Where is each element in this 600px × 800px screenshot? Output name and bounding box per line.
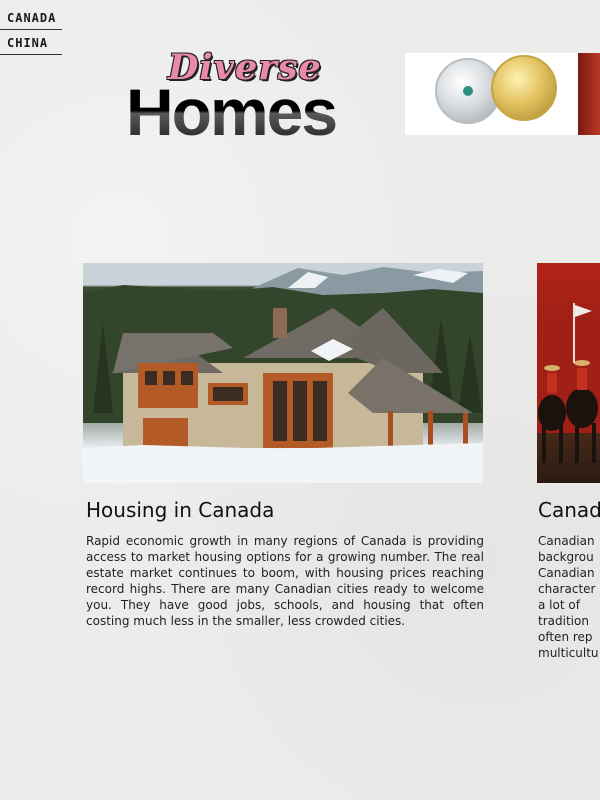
card-body-line: Canadian — [538, 566, 595, 580]
country-nav: CANADA CHINA — [0, 8, 62, 55]
gold-coin-icon — [491, 55, 557, 121]
site-logo[interactable]: Diverse Homes — [126, 45, 338, 155]
card-body-line: character — [538, 582, 596, 596]
card-body-canada-culture: Canadian backgrou Canadian character a l… — [538, 533, 600, 661]
card-body-line: often rep — [538, 630, 593, 644]
house-photo — [83, 263, 483, 483]
header-banner-next — [578, 53, 600, 135]
mounties-photo — [537, 263, 600, 483]
nav-item-canada[interactable]: CANADA — [0, 8, 62, 30]
header-banner — [405, 53, 580, 135]
card-body-line: tradition — [538, 614, 589, 628]
card-title-canada-culture: Canad — [538, 498, 600, 522]
card-body-line: multicultu — [538, 646, 599, 660]
card-body-line: Canadian — [538, 534, 595, 548]
card-body-line: backgrou — [538, 550, 594, 564]
card-body-line: a lot of — [538, 598, 580, 612]
nav-item-china[interactable]: CHINA — [0, 33, 62, 55]
card-title-housing-in-canada: Housing in Canada — [86, 498, 275, 522]
card-body-housing-in-canada: Rapid economic growth in many regions of… — [86, 534, 484, 628]
logo-main-text: Homes — [126, 75, 338, 149]
